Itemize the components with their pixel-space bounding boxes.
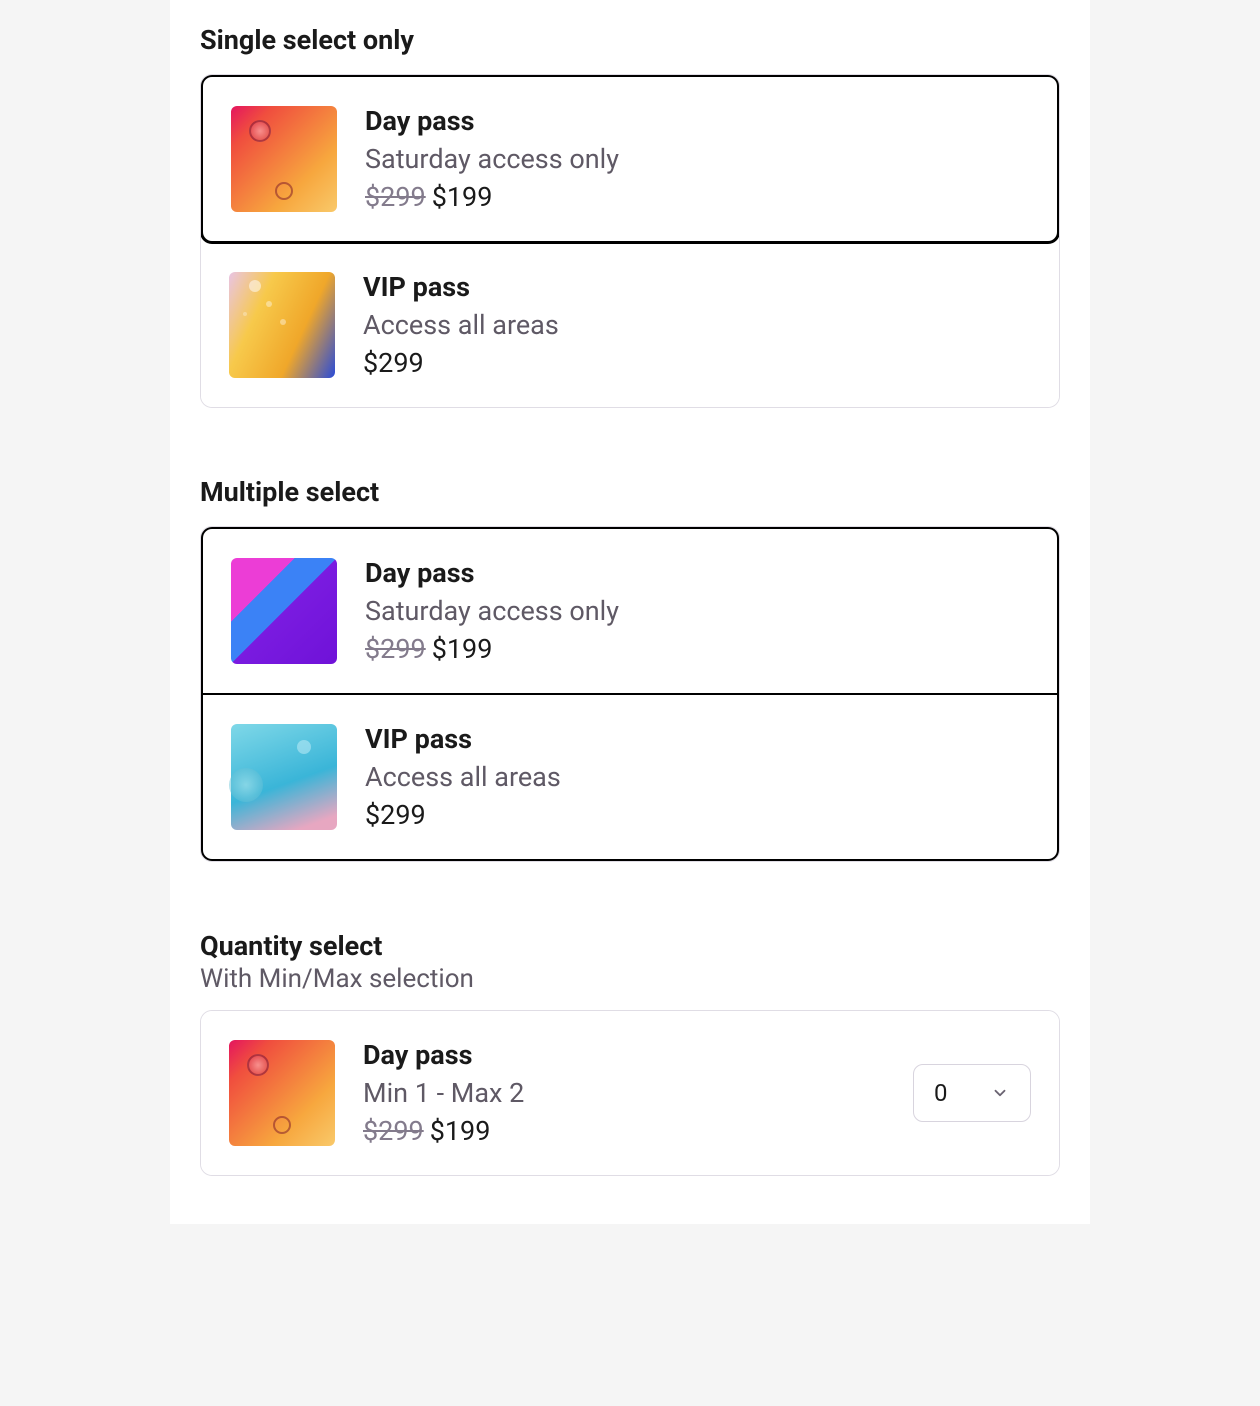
option-price-old: $299 [363, 1115, 424, 1147]
single-select-list: Day pass Saturday access only $299$199 V… [200, 74, 1060, 408]
option-content: Day pass Saturday access only $299$199 [365, 557, 1029, 665]
option-price-old: $299 [365, 181, 426, 213]
option-description: Saturday access only [365, 143, 1029, 175]
option-thumbnail [231, 558, 337, 664]
option-card-day-pass: Day pass Min 1 - Max 2 $299$199 0 [201, 1011, 1059, 1175]
option-title: VIP pass [363, 271, 1031, 303]
option-title: VIP pass [365, 723, 1029, 755]
option-card-vip-pass[interactable]: VIP pass Access all areas $299 [200, 694, 1060, 862]
main-container: Single select only Day pass Saturday acc… [170, 0, 1090, 1224]
option-price-current: $299 [363, 347, 424, 379]
option-description: Access all areas [365, 761, 1029, 793]
option-description: Access all areas [363, 309, 1031, 341]
option-content: Day pass Min 1 - Max 2 $299$199 [363, 1039, 885, 1147]
option-thumbnail [231, 724, 337, 830]
option-thumbnail [229, 1040, 335, 1146]
section-title: Quantity select [200, 910, 1060, 962]
option-price-current: $199 [432, 181, 493, 213]
option-description: Min 1 - Max 2 [363, 1077, 885, 1109]
option-content: VIP pass Access all areas $299 [363, 271, 1031, 379]
option-price: $299 [363, 347, 1031, 379]
quantity-select-list: Day pass Min 1 - Max 2 $299$199 0 [200, 1010, 1060, 1176]
chevron-down-icon [990, 1083, 1010, 1103]
section-quantity-select: Quantity select With Min/Max selection D… [200, 910, 1060, 1176]
option-price: $299$199 [365, 633, 1029, 665]
section-subtitle: With Min/Max selection [200, 964, 1060, 994]
multiple-select-list: Day pass Saturday access only $299$199 V… [200, 526, 1060, 862]
option-title: Day pass [363, 1039, 885, 1071]
option-price-current: $299 [365, 799, 426, 831]
option-thumbnail [229, 272, 335, 378]
option-thumbnail [231, 106, 337, 212]
option-price: $299 [365, 799, 1029, 831]
option-content: Day pass Saturday access only $299$199 [365, 105, 1029, 213]
option-price: $299$199 [363, 1115, 885, 1147]
option-title: Day pass [365, 105, 1029, 137]
option-price: $299$199 [365, 181, 1029, 213]
option-description: Saturday access only [365, 595, 1029, 627]
option-card-day-pass[interactable]: Day pass Saturday access only $299$199 [200, 74, 1060, 244]
section-title: Multiple select [200, 456, 1060, 508]
section-title: Single select only [200, 0, 1060, 56]
option-price-old: $299 [365, 633, 426, 665]
quantity-value: 0 [934, 1079, 948, 1107]
option-price-current: $199 [432, 633, 493, 665]
option-card-day-pass[interactable]: Day pass Saturday access only $299$199 [200, 526, 1060, 694]
section-single-select: Single select only Day pass Saturday acc… [200, 0, 1060, 408]
quantity-stepper[interactable]: 0 [913, 1064, 1031, 1122]
option-price-current: $199 [430, 1115, 491, 1147]
section-multiple-select: Multiple select Day pass Saturday access… [200, 456, 1060, 862]
option-card-vip-pass[interactable]: VIP pass Access all areas $299 [201, 243, 1059, 407]
option-content: VIP pass Access all areas $299 [365, 723, 1029, 831]
option-title: Day pass [365, 557, 1029, 589]
